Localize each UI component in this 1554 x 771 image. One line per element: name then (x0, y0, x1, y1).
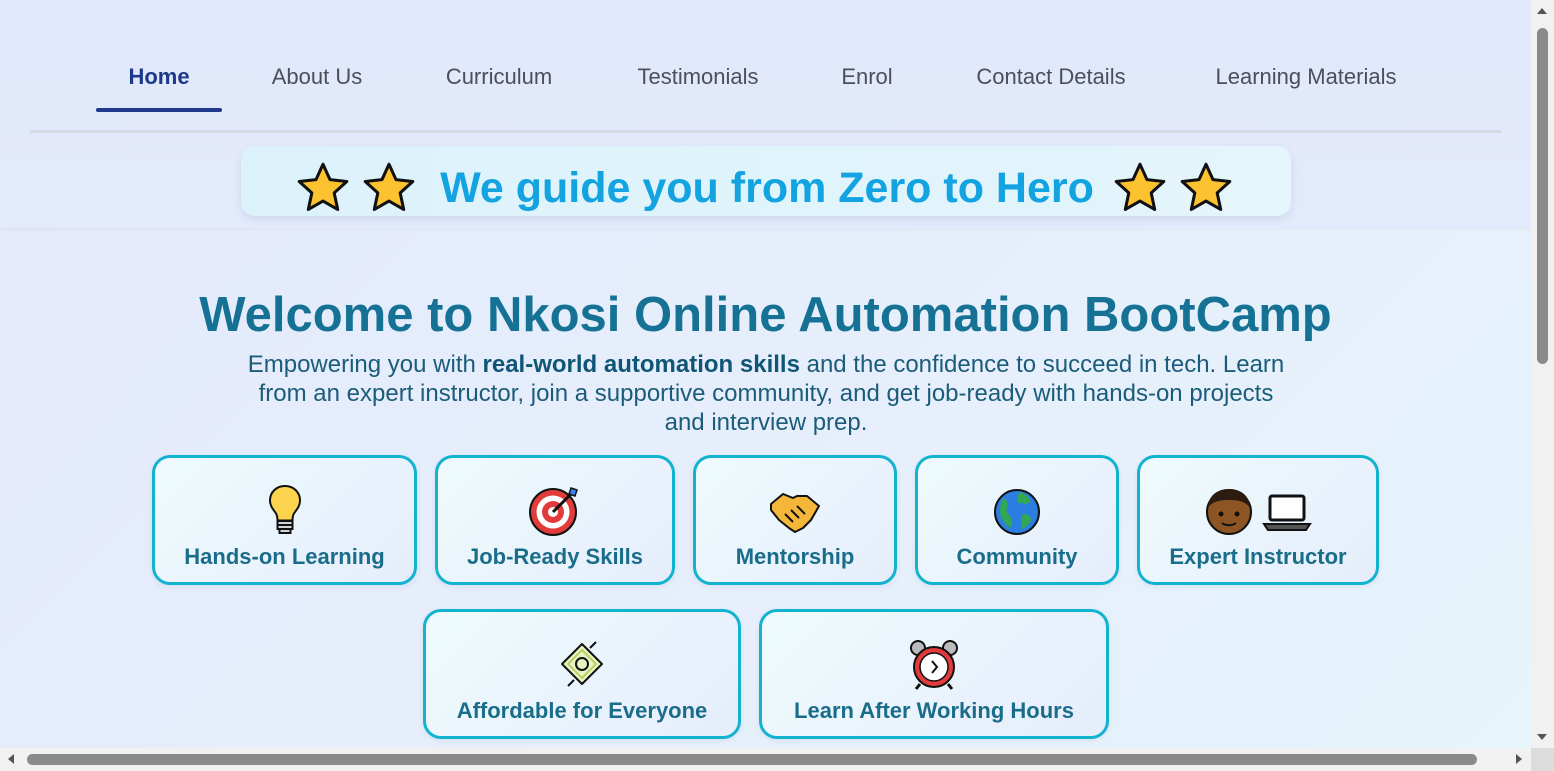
vertical-scroll-thumb[interactable] (1537, 28, 1548, 364)
nav-enrol[interactable]: Enrol (828, 42, 906, 112)
scroll-up-arrow-icon[interactable] (1537, 8, 1547, 14)
page-viewport: Home About Us Curriculum Testimonials En… (0, 0, 1531, 748)
nav-about-us[interactable]: About Us (250, 42, 384, 112)
laptop-icon (1262, 494, 1312, 531)
target-icon (529, 487, 578, 536)
feature-card-after-hours[interactable]: Learn After Working Hours (759, 609, 1109, 739)
feature-card-community[interactable]: Community (915, 455, 1119, 585)
handshake-icon (770, 493, 820, 533)
nav-home[interactable]: Home (96, 42, 222, 112)
lightbulb-icon (268, 484, 301, 534)
vertical-scrollbar[interactable] (1531, 0, 1554, 748)
feature-label: Mentorship (735, 544, 855, 569)
feature-card-mentorship[interactable]: Mentorship (693, 455, 897, 585)
nav-active-indicator (96, 108, 222, 112)
subtitle-highlight: real-world automation skills (482, 351, 800, 378)
feature-label: Community (956, 544, 1078, 569)
scroll-down-arrow-icon[interactable] (1537, 734, 1547, 740)
main-nav: Home About Us Curriculum Testimonials En… (30, 42, 1501, 133)
nav-contact-details[interactable]: Contact Details (956, 42, 1146, 112)
feature-label: Affordable for Everyone (456, 698, 708, 723)
star-icon (363, 162, 415, 211)
feature-label: Learn After Working Hours (794, 698, 1074, 723)
nav-learning-materials[interactable]: Learning Materials (1194, 42, 1418, 112)
feature-label: Hands-on Learning (184, 544, 385, 569)
horizontal-scroll-thumb[interactable] (27, 754, 1477, 765)
money-icon (561, 641, 603, 687)
globe-icon (994, 489, 1040, 535)
page-title: Welcome to Nkosi Online Automation BootC… (199, 288, 1332, 342)
person-icon (1206, 489, 1252, 535)
alarm-clock-icon (910, 640, 958, 690)
feature-card-expert-instructor[interactable]: Expert Instructor (1137, 455, 1379, 585)
scrollbar-corner (1531, 748, 1554, 771)
scroll-right-arrow-icon[interactable] (1516, 754, 1522, 764)
feature-label: Expert Instructor (1169, 544, 1347, 569)
tagline-text: We guide you from Zero to Hero (440, 164, 1094, 212)
star-icon (297, 162, 349, 211)
star-icon (1114, 162, 1166, 211)
nav-curriculum[interactable]: Curriculum (424, 42, 574, 112)
tagline-banner: We guide you from Zero to Hero (241, 146, 1291, 216)
subtitle-pre: Empowering you with (247, 351, 483, 378)
feature-card-job-ready[interactable]: Job-Ready Skills (435, 455, 675, 585)
nav-testimonials[interactable]: Testimonials (618, 42, 778, 112)
star-icon (1180, 162, 1232, 211)
feature-card-hands-on[interactable]: Hands-on Learning (152, 455, 417, 585)
feature-card-affordable[interactable]: Affordable for Everyone (423, 609, 741, 739)
page-subtitle: Empowering you with real-world automatio… (238, 350, 1294, 437)
feature-label: Job-Ready Skills (466, 544, 644, 569)
horizontal-scrollbar[interactable] (0, 748, 1531, 771)
scroll-left-arrow-icon[interactable] (8, 754, 14, 764)
header: Home About Us Curriculum Testimonials En… (0, 0, 1531, 228)
